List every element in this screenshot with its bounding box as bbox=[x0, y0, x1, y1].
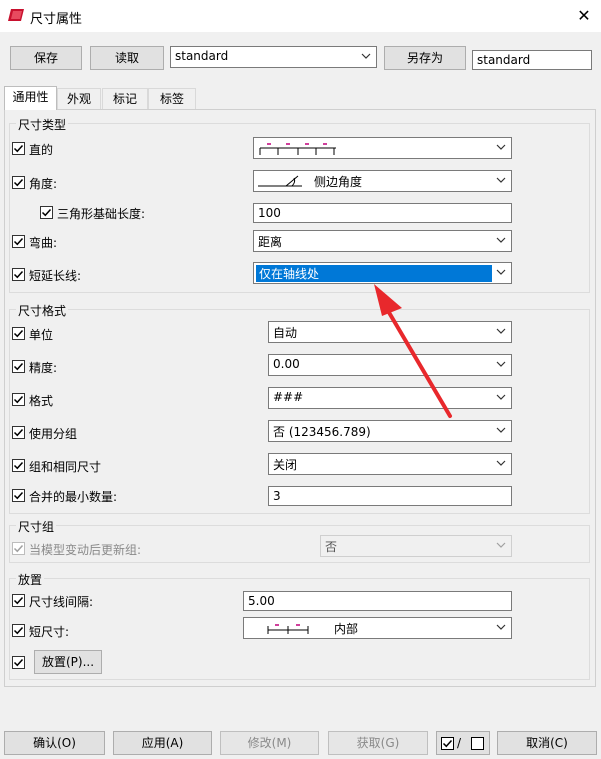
straight-label: 直的 bbox=[29, 143, 54, 157]
tab-tags[interactable]: 标签 bbox=[148, 88, 196, 110]
chevron-down-icon bbox=[496, 269, 506, 275]
triangle-base-checkbox[interactable] bbox=[40, 206, 53, 219]
chevron-down-icon bbox=[496, 237, 506, 243]
angle-label: 角度: bbox=[29, 177, 58, 191]
grouping-label: 使用分组 bbox=[29, 427, 78, 441]
short-dimension-icon bbox=[267, 624, 309, 634]
format-checkbox[interactable] bbox=[12, 393, 25, 406]
curve-value: 距离 bbox=[258, 235, 283, 249]
straight-style-combo[interactable] bbox=[253, 137, 512, 159]
chevron-down-icon bbox=[496, 361, 506, 367]
update-on-change-value: 否 bbox=[325, 540, 338, 554]
straight-checkbox[interactable] bbox=[12, 142, 25, 155]
update-on-change-checkbox[interactable] bbox=[12, 542, 25, 555]
chevron-down-icon bbox=[496, 624, 506, 630]
combine-same-value: 关闭 bbox=[273, 458, 298, 472]
format-value: ### bbox=[273, 390, 304, 404]
curve-combo[interactable]: 距离 bbox=[253, 230, 512, 252]
dimension-group-label: 尺寸组 bbox=[16, 518, 57, 535]
angle-style-value: 侧边角度 bbox=[314, 175, 363, 189]
toggle-separator: / bbox=[457, 736, 462, 750]
cancel-button[interactable]: 取消(C) bbox=[497, 731, 597, 755]
checked-box-icon bbox=[441, 737, 454, 750]
chevron-down-icon bbox=[496, 542, 506, 548]
app-icon bbox=[8, 9, 24, 21]
short-extension-checkbox[interactable] bbox=[12, 268, 25, 281]
tab-marks[interactable]: 标记 bbox=[102, 88, 148, 110]
min-combine-input[interactable]: 3 bbox=[268, 486, 512, 506]
chevron-down-icon bbox=[496, 328, 506, 334]
line-spacing-label: 尺寸线间隔: bbox=[29, 595, 94, 609]
save-button[interactable]: 保存 bbox=[10, 46, 82, 70]
chevron-down-icon bbox=[496, 394, 506, 400]
style-combo[interactable]: standard bbox=[170, 46, 377, 68]
chevron-down-icon bbox=[361, 53, 371, 59]
chevron-down-icon bbox=[496, 427, 506, 433]
curve-label: 弯曲: bbox=[29, 236, 58, 250]
curve-checkbox[interactable] bbox=[12, 235, 25, 248]
title-bar bbox=[0, 0, 601, 32]
check-toggle-button[interactable]: / bbox=[436, 731, 490, 755]
save-as-name-input[interactable]: standard bbox=[472, 50, 592, 70]
load-button[interactable]: 读取 bbox=[90, 46, 164, 70]
combine-same-checkbox[interactable] bbox=[12, 459, 25, 472]
dimension-type-group-label: 尺寸类型 bbox=[16, 116, 69, 133]
place-button[interactable]: 放置(P)... bbox=[34, 650, 102, 674]
combine-same-combo[interactable]: 关闭 bbox=[268, 453, 512, 475]
triangle-base-input[interactable]: 100 bbox=[253, 203, 512, 223]
update-on-change-label: 当模型变动后更新组: bbox=[29, 543, 142, 557]
line-spacing-checkbox[interactable] bbox=[12, 594, 25, 607]
combine-same-label: 组和相同尺寸 bbox=[29, 460, 102, 474]
unit-checkbox[interactable] bbox=[12, 327, 25, 340]
short-extension-label: 短延长线: bbox=[29, 269, 82, 283]
window-title: 尺寸属性 bbox=[30, 12, 83, 27]
unchecked-box-icon bbox=[471, 737, 484, 750]
short-dimension-combo[interactable]: 内部 bbox=[243, 617, 512, 639]
short-dimension-label: 短尺寸: bbox=[29, 625, 70, 639]
style-combo-value: standard bbox=[175, 49, 229, 63]
dimension-format-group-label: 尺寸格式 bbox=[16, 302, 69, 319]
precision-value: 0.00 bbox=[273, 357, 300, 371]
save-as-button[interactable]: 另存为 bbox=[384, 46, 466, 70]
angle-style-combo[interactable]: 侧边角度 bbox=[253, 170, 512, 192]
min-combine-checkbox[interactable] bbox=[12, 489, 25, 502]
modify-button[interactable]: 修改(M) bbox=[220, 731, 319, 755]
ok-button[interactable]: 确认(O) bbox=[4, 731, 105, 755]
grouping-combo[interactable]: 否 (123456.789) bbox=[268, 420, 512, 442]
angle-side-icon bbox=[258, 175, 302, 187]
chevron-down-icon bbox=[496, 144, 506, 150]
angle-checkbox[interactable] bbox=[12, 176, 25, 189]
short-dimension-value: 内部 bbox=[334, 622, 359, 636]
unit-value: 自动 bbox=[273, 326, 298, 340]
tab-general[interactable]: 通用性 bbox=[4, 86, 57, 110]
triangle-base-label: 三角形基础长度: bbox=[57, 207, 146, 221]
grouping-value: 否 (123456.789) bbox=[273, 425, 371, 439]
get-button[interactable]: 获取(G) bbox=[328, 731, 428, 755]
update-on-change-combo[interactable]: 否 bbox=[320, 535, 512, 557]
format-label: 格式 bbox=[29, 394, 54, 408]
place-checkbox[interactable] bbox=[12, 656, 25, 669]
unit-label: 单位 bbox=[29, 328, 54, 342]
dimension-line-ticks-icon bbox=[259, 143, 336, 155]
tab-appearance[interactable]: 外观 bbox=[57, 88, 101, 110]
line-spacing-input[interactable]: 5.00 bbox=[243, 591, 512, 611]
min-combine-label: 合并的最小数量: bbox=[29, 490, 118, 504]
annotation-arrow bbox=[374, 284, 452, 418]
chevron-down-icon bbox=[496, 177, 506, 183]
close-icon[interactable]: ✕ bbox=[572, 5, 596, 27]
placement-group-label: 放置 bbox=[16, 571, 45, 588]
chevron-down-icon bbox=[496, 460, 506, 466]
apply-button[interactable]: 应用(A) bbox=[113, 731, 212, 755]
short-dimension-checkbox[interactable] bbox=[12, 624, 25, 637]
precision-label: 精度: bbox=[29, 361, 58, 375]
grouping-checkbox[interactable] bbox=[12, 426, 25, 439]
precision-checkbox[interactable] bbox=[12, 360, 25, 373]
